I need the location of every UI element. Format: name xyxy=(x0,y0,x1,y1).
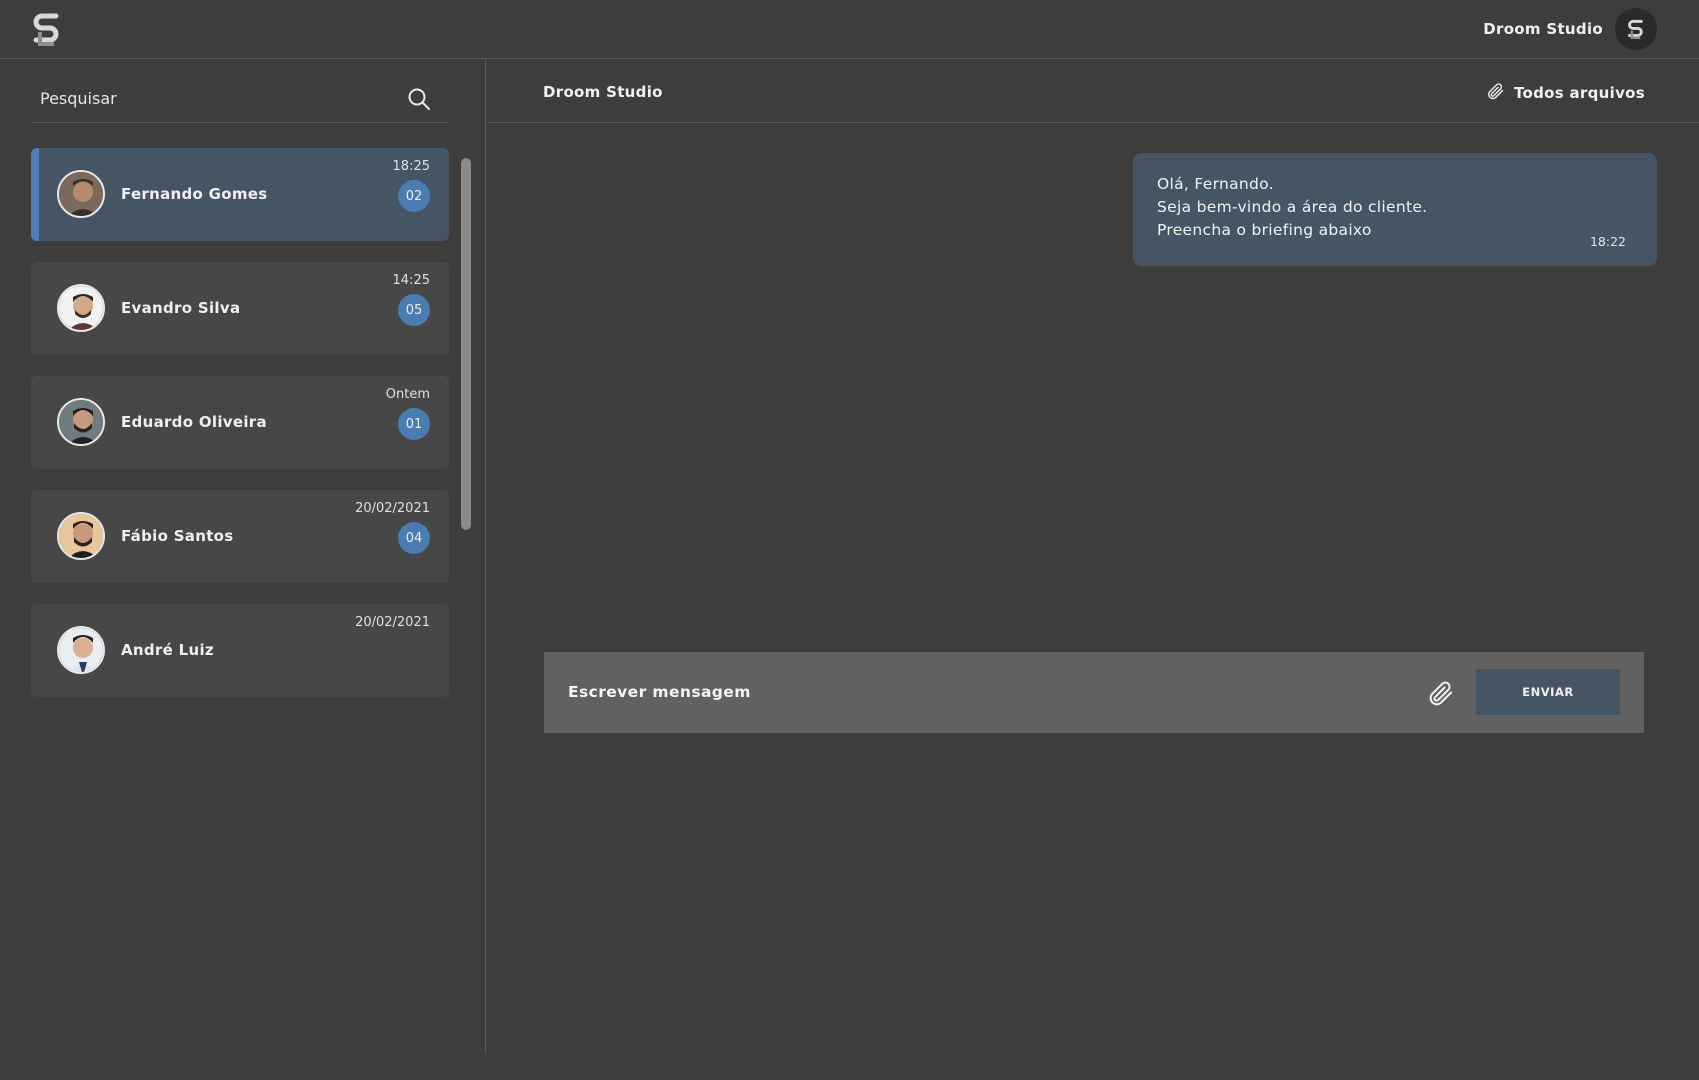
unread-badge: 04 xyxy=(398,522,430,554)
contact-name: Fábio Santos xyxy=(121,527,234,545)
contact-time: 18:25 xyxy=(392,159,430,174)
contact-time: 14:25 xyxy=(392,273,430,288)
scrollbar[interactable] xyxy=(461,158,471,530)
chat-header: Droom Studio Todos arquivos xyxy=(487,60,1699,123)
message-bubble: Olá, Fernando. Seja bem-vindo a área do … xyxy=(1133,153,1657,266)
contact-time: 20/02/2021 xyxy=(355,615,430,630)
unread-badge: 01 xyxy=(398,408,430,440)
contact-item[interactable]: Evandro Silva 14:25 05 xyxy=(31,262,449,355)
top-bar: Droom Studio xyxy=(0,0,1699,59)
contact-time: 20/02/2021 xyxy=(355,501,430,516)
contacts-sidebar: Fernando Gomes 18:25 02 Evandro Silva 14… xyxy=(0,60,486,1054)
contact-item[interactable]: Fernando Gomes 18:25 02 xyxy=(31,148,449,241)
contact-item[interactable]: Eduardo Oliveira Ontem 01 xyxy=(31,376,449,469)
contact-name: Evandro Silva xyxy=(121,299,241,317)
chat-title: Droom Studio xyxy=(543,83,663,101)
avatar xyxy=(57,398,105,446)
contact-list: Fernando Gomes 18:25 02 Evandro Silva 14… xyxy=(31,148,449,718)
contact-item[interactable]: André Luiz 20/02/2021 xyxy=(31,604,449,697)
message-time: 18:22 xyxy=(1589,234,1626,249)
search-icon[interactable] xyxy=(406,86,432,112)
chat-panel: Droom Studio Todos arquivos Olá, Fernand… xyxy=(487,60,1699,1054)
message-input[interactable] xyxy=(568,676,1368,708)
paperclip-icon xyxy=(1485,81,1505,105)
message-text: Preencha o briefing abaixo xyxy=(1157,221,1372,239)
user-name: Droom Studio xyxy=(1483,20,1603,38)
message-composer: ENVIAR xyxy=(544,652,1644,733)
unread-badge: 05 xyxy=(398,294,430,326)
message-text: Olá, Fernando. xyxy=(1157,175,1274,193)
avatar xyxy=(57,284,105,332)
unread-badge: 02 xyxy=(398,180,430,212)
all-files-link[interactable]: Todos arquivos xyxy=(1485,81,1645,105)
contact-name: Eduardo Oliveira xyxy=(121,413,267,431)
contact-name: Fernando Gomes xyxy=(121,185,268,203)
user-menu[interactable]: Droom Studio xyxy=(1483,8,1657,50)
avatar xyxy=(57,512,105,560)
send-button[interactable]: ENVIAR xyxy=(1476,669,1620,715)
paperclip-icon[interactable] xyxy=(1425,678,1455,708)
message-text: Seja bem-vindo a área do cliente. xyxy=(1157,198,1428,216)
contact-name: André Luiz xyxy=(121,641,214,659)
search-bar xyxy=(31,78,448,123)
avatar xyxy=(57,626,105,674)
s-logo-icon[interactable] xyxy=(1615,8,1657,50)
search-input[interactable] xyxy=(40,83,380,113)
all-files-label: Todos arquivos xyxy=(1513,84,1645,102)
avatar xyxy=(57,170,105,218)
contact-item[interactable]: Fábio Santos 20/02/2021 04 xyxy=(31,490,449,583)
s-logo-icon[interactable] xyxy=(30,10,64,48)
contact-time: Ontem xyxy=(385,387,430,402)
